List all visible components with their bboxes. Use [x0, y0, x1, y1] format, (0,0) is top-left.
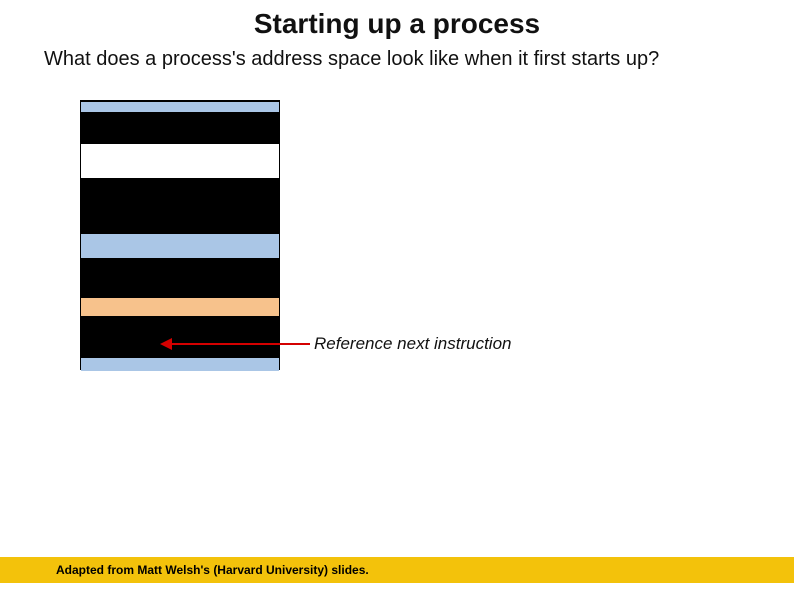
reference-label: Reference next instruction: [314, 334, 512, 354]
segment-gap: [81, 143, 279, 179]
segment-orange: [81, 297, 279, 317]
segment-blue-mid: [81, 233, 279, 259]
slide-title: Starting up a process: [0, 0, 794, 40]
segment-black-4: [81, 317, 279, 357]
address-space-diagram: [80, 100, 280, 370]
footer-credit: Adapted from Matt Welsh's (Harvard Unive…: [0, 563, 369, 577]
segment-black-3: [81, 259, 279, 297]
segment-black-2: [81, 179, 279, 233]
segment-bottom-blue: [81, 357, 279, 371]
reference-arrow-icon: [170, 343, 310, 345]
segment-black-1: [81, 113, 279, 143]
segment-top-blue: [81, 101, 279, 113]
slide-subtitle: What does a process's address space look…: [0, 40, 794, 71]
footer-bar: Adapted from Matt Welsh's (Harvard Unive…: [0, 557, 794, 583]
